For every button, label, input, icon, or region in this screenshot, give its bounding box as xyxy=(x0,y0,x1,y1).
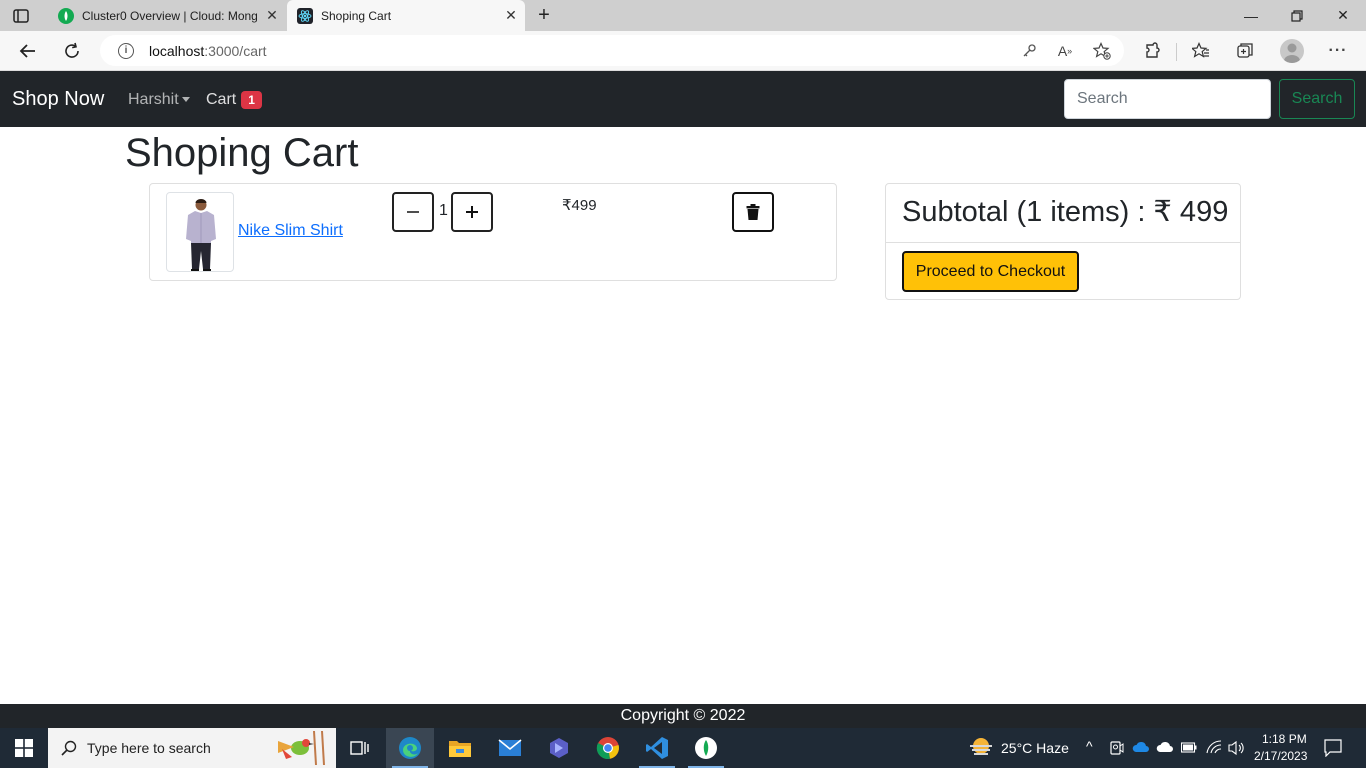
tab-shoping-cart[interactable]: Shoping Cart ✕ xyxy=(287,0,525,31)
onedrive-personal-icon[interactable] xyxy=(1156,741,1174,753)
plus-icon xyxy=(466,206,478,218)
copyright-text: Copyright © 2022 xyxy=(620,707,746,724)
add-favorite-icon[interactable] xyxy=(1091,40,1113,62)
decrease-quantity-button[interactable] xyxy=(392,192,434,232)
increase-quantity-button[interactable] xyxy=(451,192,493,232)
extensions-icon[interactable] xyxy=(1142,40,1164,62)
more-options-icon[interactable]: ··· xyxy=(1327,40,1349,62)
tab-title: Cluster0 Overview | Cloud: MongoDB xyxy=(82,8,258,23)
search-highlight-bird-icon xyxy=(264,731,332,765)
mongodb-leaf-icon xyxy=(58,7,74,24)
address-bar-row: i localhost:3000/cart A» ··· xyxy=(0,31,1366,71)
read-aloud-icon[interactable]: A» xyxy=(1054,40,1076,62)
volume-icon[interactable] xyxy=(1228,740,1246,756)
site-info-icon[interactable]: i xyxy=(118,42,134,59)
url-text: localhost:3000/cart xyxy=(149,42,267,59)
react-icon xyxy=(297,7,313,24)
mongodb-compass-icon[interactable] xyxy=(682,728,730,768)
notification-center-icon[interactable] xyxy=(1324,739,1342,757)
site-footer: Copyright © 2022 xyxy=(0,704,1366,728)
back-arrow-icon[interactable] xyxy=(12,35,44,67)
tab-title: Shoping Cart xyxy=(321,8,392,23)
mail-icon[interactable] xyxy=(486,728,534,768)
site-navbar: Shop Now Harshit Cart 1 Search xyxy=(0,71,1366,127)
onedrive-icon[interactable] xyxy=(1132,741,1150,753)
tab-actions-icon[interactable] xyxy=(12,7,30,25)
quantity-value: 1 xyxy=(439,202,448,219)
search-input[interactable] xyxy=(1064,79,1271,119)
item-price: ₹499 xyxy=(562,197,597,214)
close-icon[interactable]: ✕ xyxy=(497,7,525,24)
minus-icon xyxy=(407,211,419,213)
file-explorer-icon[interactable] xyxy=(436,728,484,768)
user-name: Harshit xyxy=(128,91,179,108)
caret-down-icon xyxy=(181,97,190,103)
cart-link[interactable]: Cart 1 xyxy=(206,91,262,109)
battery-icon[interactable] xyxy=(1181,742,1197,753)
product-image[interactable] xyxy=(166,192,234,272)
page-title: Shoping Cart xyxy=(125,131,359,175)
order-summary-card: Subtotal (1 items) : ₹ 499 Proceed to Ch… xyxy=(885,183,1241,300)
windows-start-icon[interactable] xyxy=(0,728,48,768)
vscode-icon[interactable] xyxy=(633,728,681,768)
favorites-icon[interactable] xyxy=(1190,40,1212,62)
subtotal-heading: Subtotal (1 items) : ₹ 499 xyxy=(902,196,1229,228)
profile-avatar[interactable] xyxy=(1280,39,1304,63)
clock-date[interactable]: 2/17/2023 xyxy=(1254,749,1307,763)
tab-cluster0[interactable]: Cluster0 Overview | Cloud: MongoDB ✕ xyxy=(48,0,286,31)
search-button[interactable]: Search xyxy=(1279,79,1355,119)
cart-label: Cart xyxy=(206,91,237,108)
edge-browser-icon[interactable] xyxy=(386,728,434,768)
toolbar-divider xyxy=(1176,43,1177,61)
summary-divider xyxy=(886,242,1240,243)
cart-count-badge: 1 xyxy=(241,91,262,109)
brand-link[interactable]: Shop Now xyxy=(12,88,104,111)
product-name-link[interactable]: Nike Slim Shirt xyxy=(238,222,343,240)
browser-tab-strip: Cluster0 Overview | Cloud: MongoDB ✕ Sho… xyxy=(0,0,1366,31)
power-automate-icon[interactable] xyxy=(535,728,583,768)
wifi-icon[interactable] xyxy=(1206,740,1222,754)
task-view-icon[interactable] xyxy=(336,728,384,768)
cart-item-row: Nike Slim Shirt 1 ₹499 xyxy=(149,183,837,281)
taskbar-search-box[interactable]: Type here to search xyxy=(48,728,336,768)
refresh-icon[interactable] xyxy=(56,35,88,67)
close-icon[interactable]: ✕ xyxy=(258,7,286,24)
taskbar-search-placeholder: Type here to search xyxy=(87,740,211,756)
proceed-to-checkout-button[interactable]: Proceed to Checkout xyxy=(902,251,1079,292)
show-hidden-icons-chevron-icon[interactable]: ^ xyxy=(1086,738,1093,754)
collections-icon[interactable] xyxy=(1234,40,1256,62)
windows-taskbar: Type here to search 25°C Haze ^ 1:18 PM … xyxy=(0,728,1366,768)
minimize-icon[interactable]: — xyxy=(1228,0,1274,31)
search-icon xyxy=(61,740,77,756)
user-dropdown[interactable]: Harshit xyxy=(128,91,190,109)
url-field[interactable]: i localhost:3000/cart xyxy=(100,35,1124,66)
clock-time[interactable]: 1:18 PM xyxy=(1262,732,1307,746)
restore-icon[interactable] xyxy=(1274,0,1320,31)
weather-haze-icon[interactable] xyxy=(968,736,994,760)
window-close-icon[interactable]: ✕ xyxy=(1320,0,1366,31)
chrome-icon[interactable] xyxy=(584,728,632,768)
key-icon[interactable] xyxy=(1018,40,1040,62)
new-tab-icon[interactable]: + xyxy=(534,5,554,25)
remove-item-button[interactable] xyxy=(732,192,774,232)
weather-text[interactable]: 25°C Haze xyxy=(1001,740,1069,756)
meet-now-icon[interactable] xyxy=(1110,740,1124,756)
trash-icon xyxy=(746,204,760,220)
